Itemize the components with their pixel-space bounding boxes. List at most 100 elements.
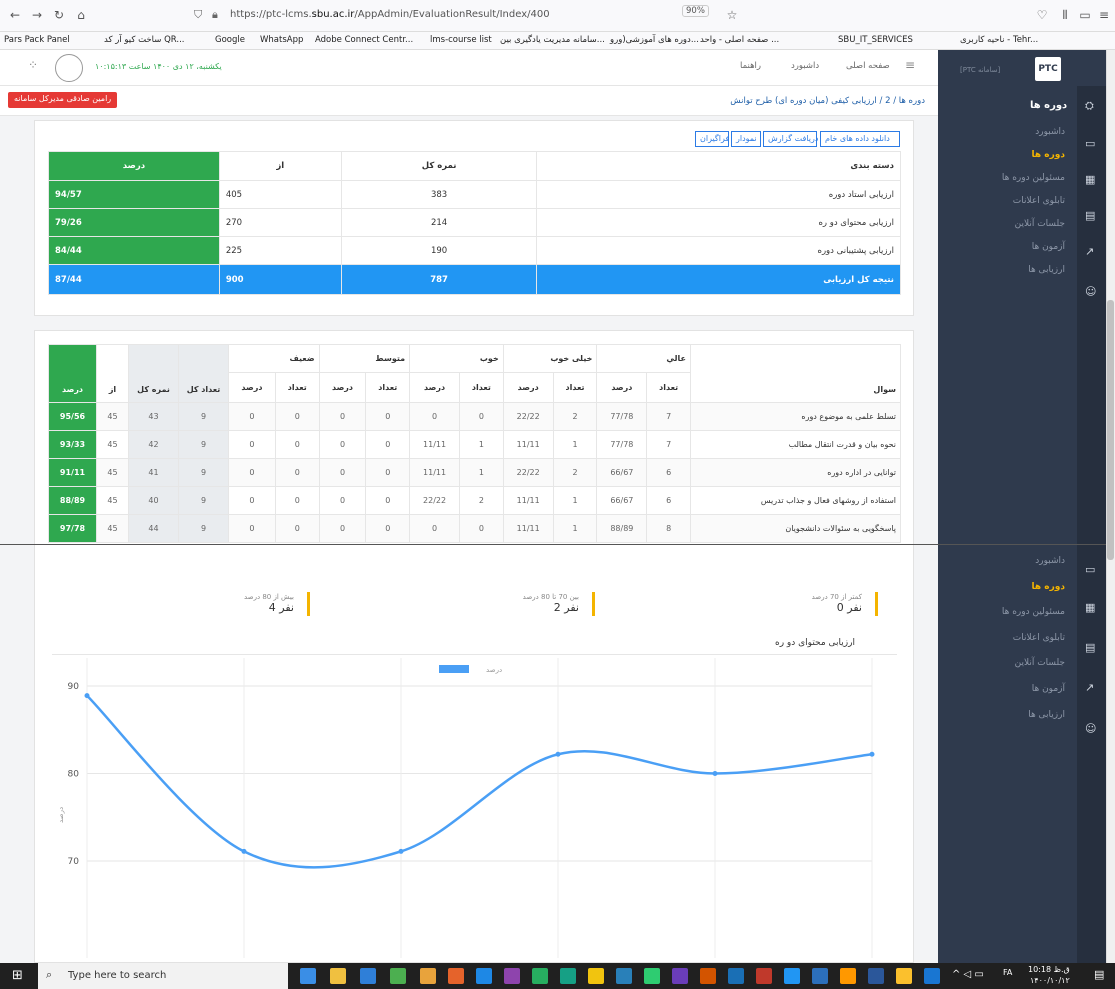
app-icon[interactable] [728, 968, 744, 984]
bookmark-item[interactable]: ناحیه کاربری - Tehr... [960, 35, 1038, 45]
app-icon[interactable] [560, 968, 576, 984]
bookmark-item[interactable]: SBU_IT_SERVICES [838, 35, 913, 45]
windows-start-icon[interactable]: ⊞ [12, 968, 23, 983]
forward-icon[interactable]: → [30, 8, 44, 22]
user-icon[interactable]: ☺ [1085, 285, 1096, 298]
monitor-icon[interactable]: ▭ [1085, 137, 1095, 150]
chart-icon[interactable]: ↗ [1085, 681, 1094, 694]
menu-icon[interactable]: ≡ [1097, 8, 1111, 22]
table-cell: 0 [365, 458, 411, 487]
sidebar-item-evaluations[interactable]: ارزیابی ها [1028, 710, 1065, 720]
table-cell: 2 [552, 402, 598, 431]
app-icon[interactable] [588, 968, 604, 984]
bookmark-item[interactable]: ساخت کیو آر کد QR... [104, 35, 185, 45]
taskview-icon[interactable] [300, 968, 316, 984]
sidebar-item-course-managers[interactable]: مسئولین دوره ها [1002, 607, 1065, 617]
app-icon[interactable] [532, 968, 548, 984]
library-icon[interactable]: ⫴ [1058, 8, 1072, 22]
app-icon[interactable] [700, 968, 716, 984]
bookmark-item[interactable]: WhatsApp [260, 35, 303, 45]
app-icon[interactable] [896, 968, 912, 984]
table-cell: 11/11 [502, 430, 554, 459]
nav-dashboard[interactable]: داشبورد [791, 61, 819, 71]
app-icon[interactable] [756, 968, 772, 984]
sidebar-item-evaluations[interactable]: ارزیابی ها [1028, 265, 1065, 275]
app-icon[interactable] [390, 968, 406, 984]
document-icon[interactable]: ▤ [1085, 641, 1095, 654]
courses-icon[interactable]: ⛭ [1085, 99, 1094, 113]
col-header: متوسط [318, 344, 411, 373]
table-cell: 93/33 [48, 430, 97, 459]
stat-value: 2 نفر [553, 601, 579, 614]
sidebar-item-announcements[interactable]: تابلوی اعلانات [1013, 633, 1065, 643]
clock-time[interactable]: 10:18 ق.ظ [1028, 965, 1070, 974]
app-icon[interactable] [504, 968, 520, 984]
sidebar-item-online-sessions[interactable]: جلسات آنلاین [1015, 658, 1065, 668]
app-icon[interactable] [476, 968, 492, 984]
apps-grid-icon[interactable]: ⁘ [28, 58, 38, 72]
app-icon[interactable] [812, 968, 828, 984]
stat-bar [307, 592, 310, 616]
home-icon[interactable]: ⌂ [74, 8, 88, 22]
app-icon[interactable] [868, 968, 884, 984]
sidebar-item-courses[interactable]: دوره ها [1032, 582, 1065, 592]
sidebar-item-online-sessions[interactable]: جلسات آنلاین [1015, 219, 1065, 229]
star-icon[interactable]: ☆ [725, 8, 739, 22]
download-raw-button[interactable]: دانلود داده های خام [820, 131, 900, 147]
learners-button[interactable]: فراگیران [695, 131, 729, 147]
bookmark-item[interactable]: Google [215, 35, 245, 45]
document-icon[interactable]: ▤ [1085, 209, 1095, 222]
bookmark-item[interactable]: دوره های آموزشی(ورو... [610, 35, 699, 45]
app-icon[interactable] [924, 968, 940, 984]
app-icon[interactable] [840, 968, 856, 984]
tray-icons[interactable]: ^ ◁ ▭ [952, 969, 984, 980]
taskbar-search[interactable]: ⌕ Type here to search [38, 963, 288, 989]
zoom-level[interactable]: 90% [682, 5, 709, 17]
app-icon[interactable] [644, 968, 660, 984]
sidebar-item-exams[interactable]: آزمون ها [1032, 684, 1065, 694]
avatar[interactable] [55, 54, 83, 82]
table-cell: 2 [459, 486, 504, 515]
bookmark-item[interactable]: Pars Pack Panel [4, 35, 70, 45]
app-icon[interactable] [360, 968, 376, 984]
table-cell: 0 [318, 458, 367, 487]
bookmark-item[interactable]: Adobe Connect Centr... [315, 35, 413, 45]
sidebar-item-exams[interactable]: آزمون ها [1032, 242, 1065, 252]
table-cell: 0 [318, 486, 367, 515]
app-icon[interactable] [672, 968, 688, 984]
sidebar-toggle-icon[interactable]: ▭ [1078, 8, 1092, 22]
get-report-button[interactable]: دریافت گزارش [763, 131, 818, 147]
sidebar-item-courses[interactable]: دوره ها [1032, 150, 1065, 160]
table-cell: 77/78 [596, 402, 648, 431]
sidebar-item-course-managers[interactable]: مسئولین دوره ها [1002, 173, 1065, 183]
reload-icon[interactable]: ↻ [52, 8, 66, 22]
sidebar-item-announcements[interactable]: تابلوی اعلانات [1013, 196, 1065, 206]
breadcrumb-root[interactable]: دوره ها [899, 96, 925, 106]
pocket-icon[interactable]: ♡ [1035, 8, 1049, 22]
notification-icon[interactable]: ▤ [1094, 968, 1104, 981]
chart-icon[interactable]: ↗ [1085, 245, 1094, 258]
app-icon[interactable] [448, 968, 464, 984]
chart-button[interactable]: نمودار [731, 131, 761, 147]
nav-home[interactable]: صفحه اصلی [846, 61, 890, 71]
app-icon[interactable] [616, 968, 632, 984]
file-explorer-icon[interactable] [330, 968, 346, 984]
grid-icon[interactable]: ▦ [1085, 173, 1095, 186]
user-icon[interactable]: ☺ [1085, 722, 1096, 735]
hamburger-icon[interactable]: ≡ [905, 58, 915, 72]
sidebar-item-dashboard[interactable]: داشبورد [1035, 127, 1065, 137]
grid-icon[interactable]: ▦ [1085, 601, 1095, 614]
lang-indicator[interactable]: FA [1003, 968, 1012, 977]
bookmark-item[interactable]: سامانه مدیریت یادگیری بین... [500, 35, 605, 45]
breadcrumb-num[interactable]: 2 [885, 96, 890, 106]
app-icon[interactable] [784, 968, 800, 984]
app-icon[interactable] [420, 968, 436, 984]
monitor-icon[interactable]: ▭ [1085, 563, 1095, 576]
nav-help[interactable]: راهنما [740, 61, 761, 71]
scrollbar-thumb[interactable] [1107, 300, 1114, 560]
bookmark-item[interactable]: lms-course list [430, 35, 492, 45]
back-icon[interactable]: ← [8, 8, 22, 22]
sidebar-item-dashboard[interactable]: داشبورد [1035, 556, 1065, 566]
bookmark-item[interactable]: صفحه اصلی - واحد ... [700, 35, 779, 45]
table-cell: 45 [96, 486, 129, 515]
